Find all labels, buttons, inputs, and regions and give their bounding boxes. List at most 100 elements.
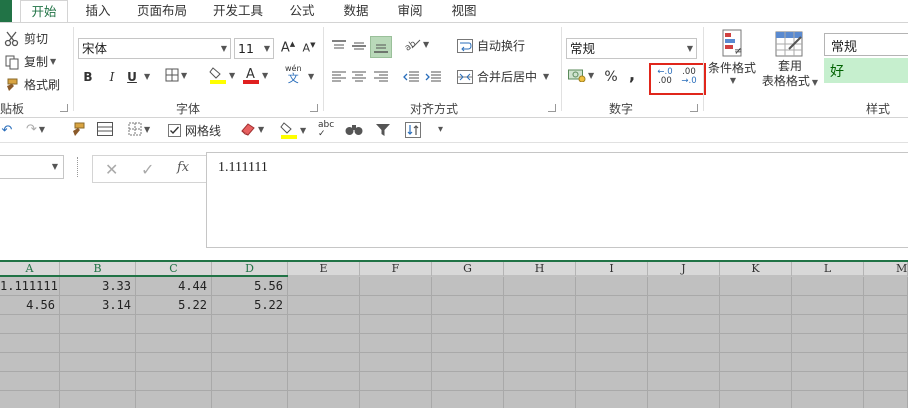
tab-view[interactable]: 视图 xyxy=(444,0,484,22)
column-header-f[interactable]: F xyxy=(360,262,432,276)
cell[interactable] xyxy=(504,372,576,390)
sort-button[interactable] xyxy=(405,122,421,138)
cell[interactable] xyxy=(648,277,720,295)
eraser-button[interactable]: ▼ xyxy=(240,122,264,136)
cell[interactable] xyxy=(576,277,648,295)
cell[interactable] xyxy=(432,334,504,352)
cell[interactable] xyxy=(792,353,864,371)
cell[interactable] xyxy=(360,334,432,352)
cell[interactable] xyxy=(720,334,792,352)
spelling-button[interactable]: abc ✓ xyxy=(318,121,334,139)
cell[interactable] xyxy=(504,277,576,295)
enter-check-icon[interactable]: ✓ xyxy=(141,160,154,179)
align-top-button[interactable] xyxy=(330,37,348,55)
column-header-j[interactable]: J xyxy=(648,262,720,276)
cell[interactable] xyxy=(288,296,360,314)
cell[interactable] xyxy=(136,315,212,333)
cell-c2[interactable]: 5.22 xyxy=(136,296,212,314)
cell[interactable] xyxy=(288,353,360,371)
cell[interactable] xyxy=(360,353,432,371)
cell[interactable] xyxy=(360,277,432,295)
align-center-button[interactable] xyxy=(350,68,368,86)
cell[interactable] xyxy=(576,391,648,408)
cell-a1[interactable]: 1.111111 xyxy=(0,277,60,295)
cell[interactable] xyxy=(288,315,360,333)
cell[interactable] xyxy=(212,315,288,333)
cell[interactable] xyxy=(648,372,720,390)
number-launcher-icon[interactable] xyxy=(690,104,698,112)
align-middle-button[interactable] xyxy=(350,37,368,55)
cell-a2[interactable]: 4.56 xyxy=(0,296,60,314)
cell[interactable] xyxy=(432,353,504,371)
wrap-text-button[interactable]: 自动换行 xyxy=(457,37,525,54)
cell[interactable] xyxy=(576,315,648,333)
cell[interactable] xyxy=(792,391,864,408)
cell[interactable] xyxy=(504,296,576,314)
cell-b1[interactable]: 3.33 xyxy=(60,277,136,295)
cell[interactable] xyxy=(864,353,908,371)
cell[interactable] xyxy=(792,277,864,295)
cell[interactable] xyxy=(60,391,136,408)
alignment-launcher-icon[interactable] xyxy=(548,104,556,112)
cell[interactable] xyxy=(648,296,720,314)
clipboard-launcher-icon[interactable] xyxy=(60,104,68,112)
merge-center-button[interactable]: 合并后居中 ▼ xyxy=(457,68,549,85)
cell[interactable] xyxy=(504,353,576,371)
cell[interactable] xyxy=(136,372,212,390)
cell[interactable] xyxy=(60,372,136,390)
column-header-l[interactable]: L xyxy=(792,262,864,276)
cell[interactable] xyxy=(0,391,60,408)
cell[interactable] xyxy=(864,391,908,408)
column-header-k[interactable]: K xyxy=(720,262,792,276)
style-good-cell[interactable]: 好 xyxy=(824,58,908,83)
cell[interactable] xyxy=(720,391,792,408)
cell[interactable] xyxy=(136,391,212,408)
cell[interactable] xyxy=(720,353,792,371)
increase-decimal-button[interactable]: ←.0 .00 xyxy=(654,66,676,88)
italic-button[interactable]: I xyxy=(104,68,120,86)
font-launcher-icon[interactable] xyxy=(310,104,318,112)
column-header-e[interactable]: E xyxy=(288,262,360,276)
decrease-font-size-button[interactable]: A▼ xyxy=(300,39,318,57)
file-tab-edge[interactable] xyxy=(0,0,12,22)
style-normal-cell[interactable]: 常规 xyxy=(824,33,908,56)
bold-button[interactable]: B xyxy=(80,68,96,86)
cell[interactable] xyxy=(0,334,60,352)
cell[interactable] xyxy=(288,372,360,390)
spreadsheet-grid[interactable]: A B C D E F G H I J K L M 1.111111 3.33 … xyxy=(0,260,908,408)
format-painter-button[interactable]: 格式刷 xyxy=(4,76,60,93)
cell-b2[interactable]: 3.14 xyxy=(60,296,136,314)
column-header-c[interactable]: C xyxy=(136,262,212,276)
cell[interactable] xyxy=(212,372,288,390)
cell[interactable] xyxy=(864,315,908,333)
cell[interactable] xyxy=(576,334,648,352)
cell[interactable] xyxy=(864,277,908,295)
insert-function-icon[interactable]: fx xyxy=(177,160,189,175)
cell[interactable] xyxy=(136,353,212,371)
format-as-table-button[interactable]: 套用 表格格式 ▼ xyxy=(760,31,820,90)
borders-button[interactable]: ▼ xyxy=(165,68,187,82)
align-bottom-button[interactable] xyxy=(370,36,392,58)
name-box[interactable]: ▼ xyxy=(0,155,64,179)
cell[interactable] xyxy=(864,296,908,314)
resize-handle[interactable] xyxy=(77,157,79,177)
cell[interactable] xyxy=(360,296,432,314)
tab-developer[interactable]: 开发工具 xyxy=(208,0,268,22)
cell[interactable] xyxy=(432,277,504,295)
number-format-select[interactable]: 常规 ▼ xyxy=(566,38,697,59)
borders-qat-button[interactable]: ▼ xyxy=(128,122,150,136)
cell[interactable] xyxy=(288,391,360,408)
font-size-select[interactable]: 11 ▼ xyxy=(234,38,274,59)
tab-page-layout[interactable]: 页面布局 xyxy=(132,0,192,22)
cell[interactable] xyxy=(288,334,360,352)
cell[interactable] xyxy=(360,372,432,390)
cell[interactable] xyxy=(720,296,792,314)
increase-font-size-button[interactable]: A▲ xyxy=(279,39,297,57)
orientation-button[interactable]: ab ▼ xyxy=(403,37,429,51)
cell-c1[interactable]: 4.44 xyxy=(136,277,212,295)
conditional-format-button[interactable]: ≠ 条件格式 ▼ xyxy=(706,29,758,85)
cell[interactable] xyxy=(576,372,648,390)
cell[interactable] xyxy=(504,334,576,352)
cell[interactable] xyxy=(576,353,648,371)
percent-button[interactable]: % xyxy=(602,68,620,86)
